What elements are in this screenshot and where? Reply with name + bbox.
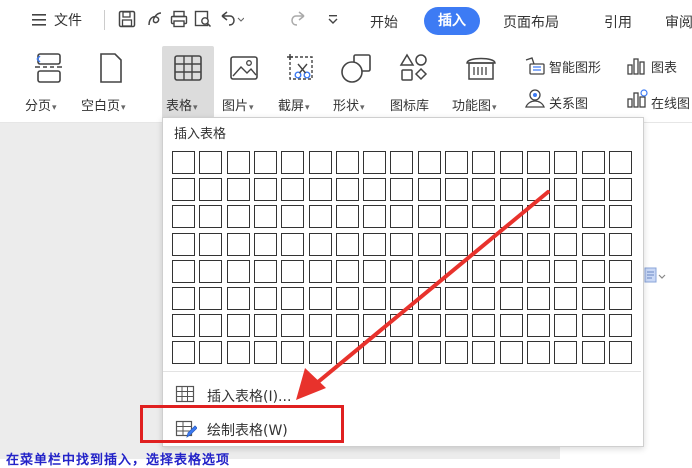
annotation-arrow [296,190,550,400]
annotation-arrow-shaft [316,190,550,384]
annotation-arrow-head [296,368,326,400]
